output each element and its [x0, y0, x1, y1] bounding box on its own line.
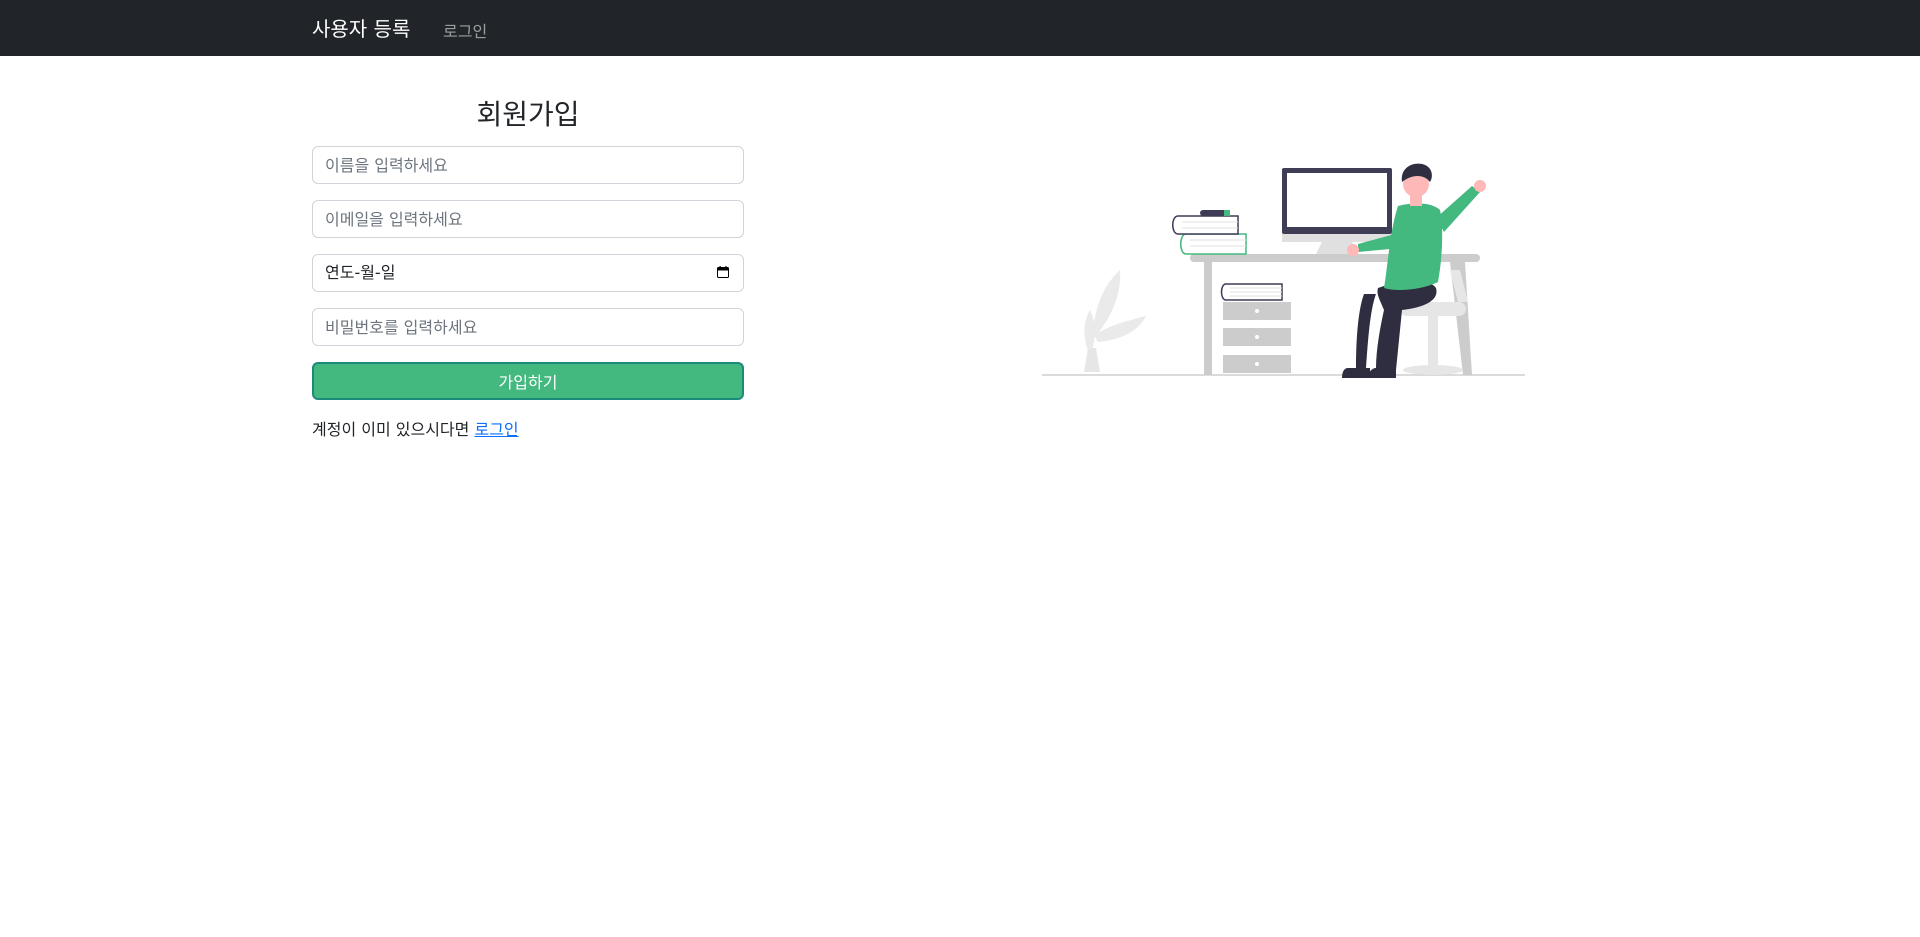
brand-link[interactable]: 사용자 등록 — [312, 13, 410, 42]
existing-account-text: 계정이 이미 있으시다면 로그인 — [312, 416, 519, 440]
plant-icon — [1084, 270, 1146, 372]
person-at-desk-illustration — [1042, 163, 1525, 378]
name-input[interactable] — [312, 146, 744, 184]
email-input[interactable] — [312, 200, 744, 238]
page-title: 회원가입 — [476, 98, 580, 131]
books-icon — [1172, 210, 1247, 255]
nav-login-link[interactable]: 로그인 — [443, 18, 487, 42]
top-navbar: 사용자 등록 로그인 — [0, 0, 1920, 56]
birthdate-value: 연도-월-일 — [325, 263, 396, 282]
login-link[interactable]: 로그인 — [474, 420, 518, 439]
existing-account-prompt: 계정이 이미 있으시다면 — [312, 420, 470, 439]
birthdate-input[interactable]: 연도-월-일 — [312, 254, 744, 292]
signup-button[interactable]: 가입하기 — [312, 362, 744, 400]
calendar-icon[interactable] — [717, 266, 729, 278]
password-input[interactable] — [312, 308, 744, 346]
